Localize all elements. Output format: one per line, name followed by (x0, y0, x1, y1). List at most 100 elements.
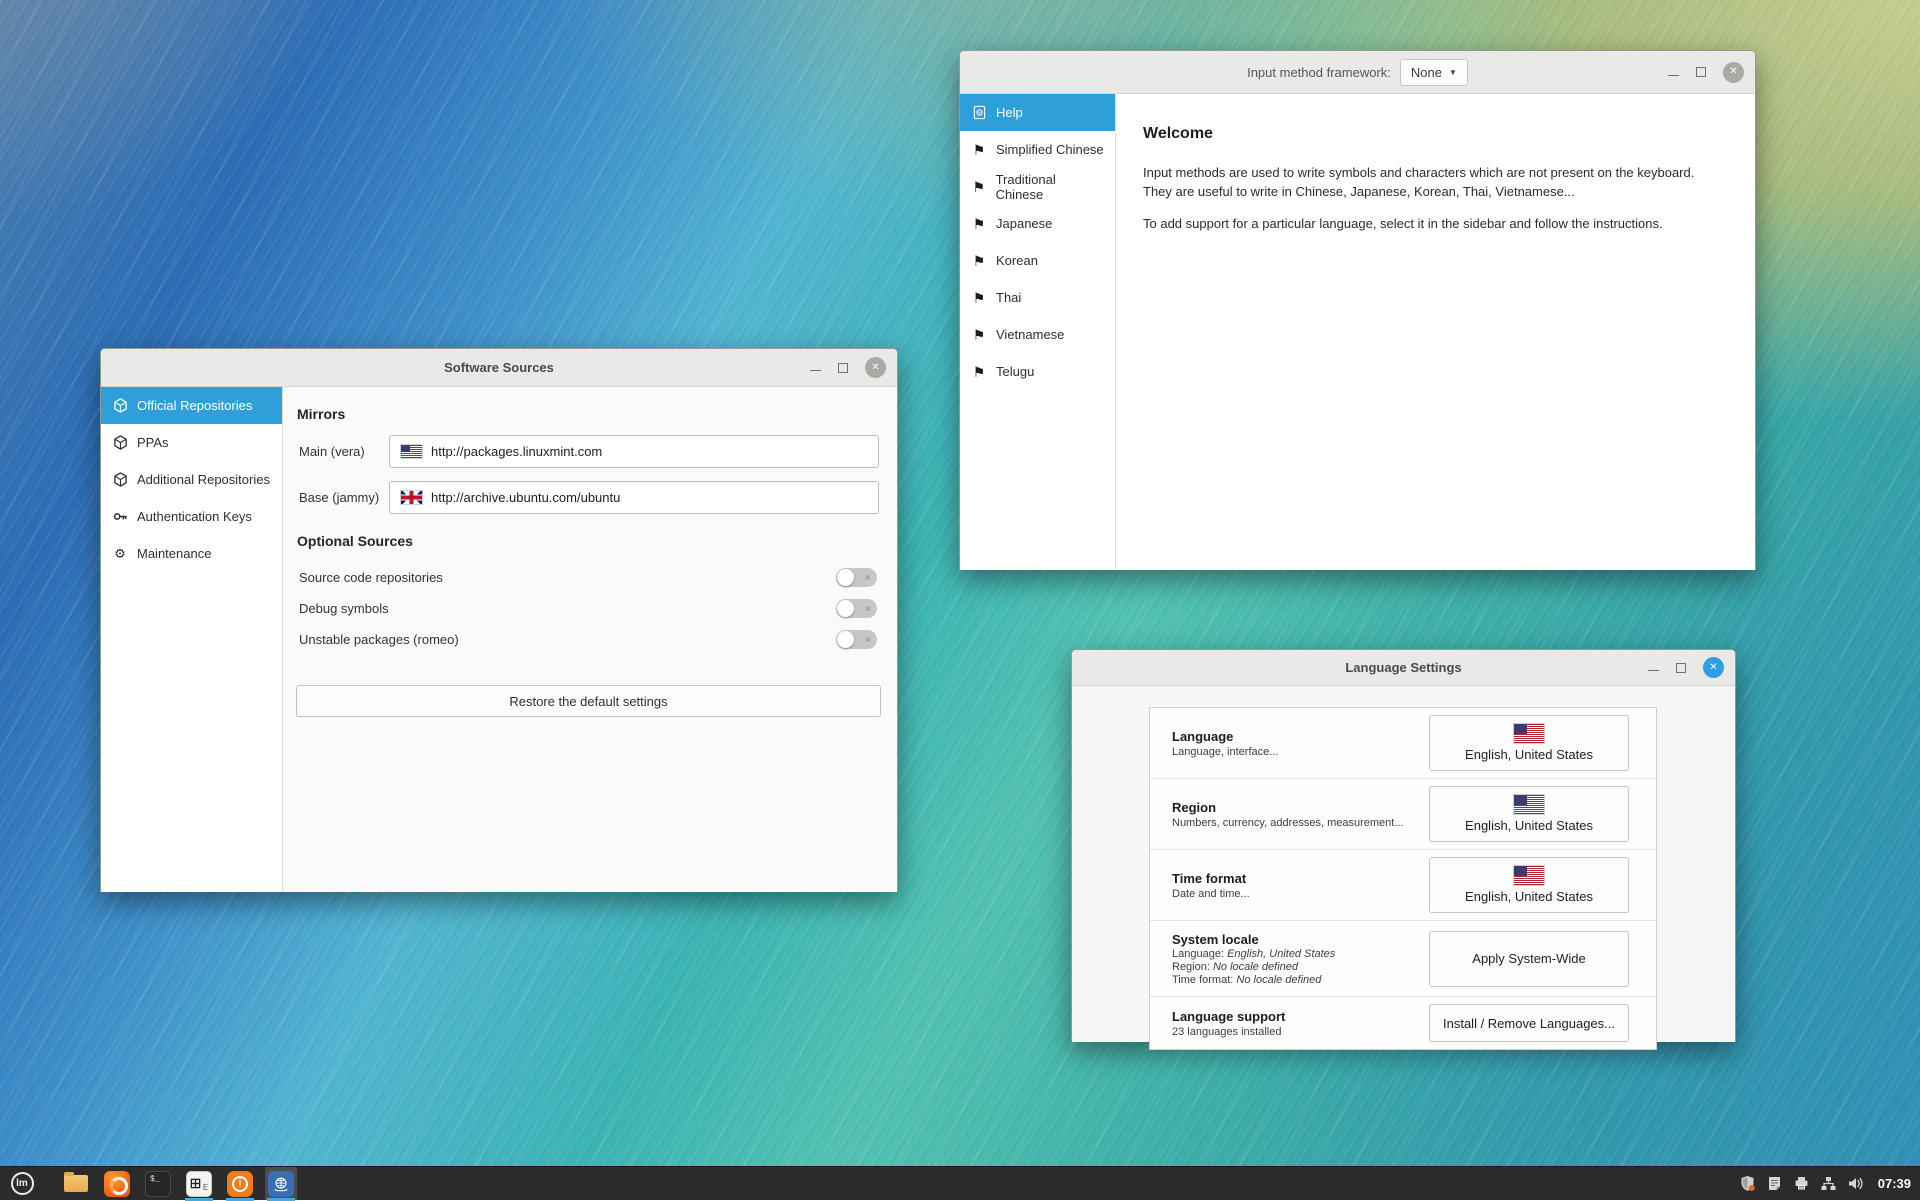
input-method-taskbar-item[interactable]: E (183, 1167, 215, 1201)
sidebar-item-korean[interactable]: ⚑ Korean (960, 242, 1115, 279)
source-code-repositories-toggle[interactable]: ✕ (836, 568, 877, 587)
sidebar-item-help[interactable]: Help (960, 94, 1115, 131)
time-format-select-button[interactable]: English, United States (1429, 857, 1629, 913)
close-button[interactable]: ✕ (1703, 657, 1724, 678)
main-mirror-url: http://packages.linuxmint.com (431, 444, 602, 459)
software-sources-titlebar[interactable]: Software Sources ✕ (101, 349, 897, 387)
sidebar-item-japanese[interactable]: ⚑ Japanese (960, 205, 1115, 242)
printer-icon[interactable] (1793, 1175, 1810, 1192)
firefox-launcher[interactable] (101, 1167, 133, 1201)
install-remove-languages-button[interactable]: Install / Remove Languages... (1429, 1004, 1629, 1042)
minimize-button[interactable] (810, 370, 821, 371)
system-locale-row-title: System locale (1172, 932, 1419, 947)
close-icon: ✕ (871, 363, 879, 373)
sidebar-item-simplified-chinese[interactable]: ⚑ Simplified Chinese (960, 131, 1115, 168)
software-sources-sidebar: Official Repositories PPAs Additional Re… (101, 387, 283, 892)
system-locale-row: System locale Language: English, United … (1150, 921, 1656, 997)
sidebar-item-label: Simplified Chinese (996, 142, 1104, 157)
time-format-row: Time format Date and time... English, Un… (1150, 850, 1656, 921)
language-settings-window: Language Settings ✕ Language Language, i… (1071, 649, 1736, 1042)
language-settings-titlebar[interactable]: Language Settings ✕ (1072, 650, 1735, 686)
close-icon: ✕ (1729, 67, 1737, 77)
info-icon: i (227, 1171, 253, 1197)
terminal-launcher[interactable]: $_ (142, 1167, 174, 1201)
welcome-heading: Welcome (1143, 125, 1728, 143)
flag-icon: ⚑ (971, 254, 987, 268)
input-method-titlebar[interactable]: Input method framework: None ▼ ✕ (960, 51, 1755, 94)
file-manager-launcher[interactable] (60, 1167, 92, 1201)
sidebar-item-telugu[interactable]: ⚑ Telugu (960, 353, 1115, 390)
close-button[interactable]: ✕ (865, 357, 886, 378)
base-mirror-button[interactable]: http://archive.ubuntu.com/ubuntu (389, 481, 879, 514)
locale-language-value: English, United States (1227, 948, 1335, 960)
maximize-button[interactable] (1676, 663, 1686, 673)
locale-time-format-value: No locale defined (1236, 974, 1321, 986)
menu-button[interactable]: lm (7, 1169, 37, 1199)
sidebar-item-authentication-keys[interactable]: Authentication Keys (101, 498, 282, 535)
source-code-repositories-label: Source code repositories (299, 570, 443, 585)
unstable-packages-label: Unstable packages (romeo) (299, 632, 459, 647)
base-mirror-label: Base (jammy) (283, 490, 389, 505)
terminal-icon: $_ (145, 1171, 171, 1197)
us-flag-icon (1514, 795, 1544, 814)
debug-symbols-toggle[interactable]: ✕ (836, 599, 877, 618)
language-support-row: Language support 23 languages installed … (1150, 997, 1656, 1049)
sidebar-item-official-repositories[interactable]: Official Repositories (101, 387, 282, 424)
chevron-down-icon: ▼ (1449, 68, 1457, 77)
unstable-packages-toggle[interactable]: ✕ (836, 630, 877, 649)
time-format-row-title: Time format (1172, 871, 1419, 886)
sidebar-item-additional-repositories[interactable]: Additional Repositories (101, 461, 282, 498)
sidebar-item-label: Telugu (996, 364, 1034, 379)
region-row-subtitle: Numbers, currency, addresses, measuremen… (1172, 817, 1419, 829)
toggle-off-icon: ✕ (864, 635, 871, 644)
base-mirror-url: http://archive.ubuntu.com/ubuntu (431, 490, 620, 505)
language-settings-taskbar-item[interactable] (265, 1167, 297, 1201)
flag-icon: ⚑ (971, 365, 987, 379)
region-value: English, United States (1465, 818, 1593, 833)
time-format-value: English, United States (1465, 889, 1593, 904)
sidebar-item-thai[interactable]: ⚑ Thai (960, 279, 1115, 316)
minimize-button[interactable] (1668, 75, 1679, 76)
clock[interactable]: 07:39 (1878, 1176, 1911, 1191)
firefox-icon (104, 1171, 130, 1197)
package-icon (112, 398, 128, 413)
language-settings-content: Language Language, interface... English,… (1072, 686, 1735, 1042)
sidebar-item-vietnamese[interactable]: ⚑ Vietnamese (960, 316, 1115, 353)
framework-dropdown[interactable]: None ▼ (1400, 59, 1468, 86)
time-format-row-subtitle: Date and time... (1172, 888, 1419, 900)
window-title: Software Sources (444, 360, 554, 375)
optional-sources-heading: Optional Sources (297, 533, 897, 549)
window-title: Language Settings (1345, 660, 1461, 675)
sidebar-item-traditional-chinese[interactable]: ⚑ Traditional Chinese (960, 168, 1115, 205)
maximize-button[interactable] (1696, 67, 1706, 77)
main-mirror-label: Main (vera) (283, 444, 389, 459)
volume-icon[interactable] (1847, 1175, 1865, 1192)
mirrors-heading: Mirrors (297, 406, 897, 422)
language-select-button[interactable]: English, United States (1429, 715, 1629, 771)
language-support-row-subtitle: 23 languages installed (1172, 1026, 1419, 1038)
language-value: English, United States (1465, 747, 1593, 762)
notes-icon[interactable] (1766, 1175, 1783, 1192)
update-manager-shield-icon[interactable] (1739, 1175, 1756, 1192)
sidebar-item-ppas[interactable]: PPAs (101, 424, 282, 461)
input-method-window: Input method framework: None ▼ ✕ Help ⚑ (959, 50, 1756, 570)
region-select-button[interactable]: English, United States (1429, 786, 1629, 842)
close-button[interactable]: ✕ (1723, 62, 1744, 83)
sidebar-item-label: Maintenance (137, 546, 211, 561)
language-row: Language Language, interface... English,… (1150, 708, 1656, 779)
network-icon[interactable] (1820, 1175, 1837, 1192)
software-sources-taskbar-item[interactable]: i (224, 1167, 256, 1201)
sidebar-item-maintenance[interactable]: ⚙ Maintenance (101, 535, 282, 572)
restore-defaults-button[interactable]: Restore the default settings (296, 685, 881, 717)
us-flag-icon (1514, 866, 1544, 885)
taskbar: lm $_ E i (0, 1166, 1920, 1200)
settings-list: Language Language, interface... English,… (1149, 707, 1657, 1050)
locale-time-format-label: Time format: (1172, 974, 1233, 986)
minimize-button[interactable] (1648, 670, 1659, 671)
apply-system-wide-button[interactable]: Apply System-Wide (1429, 931, 1629, 987)
flag-icon: ⚑ (971, 328, 987, 342)
maximize-button[interactable] (838, 363, 848, 373)
locale-language-label: Language: (1172, 948, 1224, 960)
package-icon (112, 472, 128, 487)
main-mirror-button[interactable]: http://packages.linuxmint.com (389, 435, 879, 468)
